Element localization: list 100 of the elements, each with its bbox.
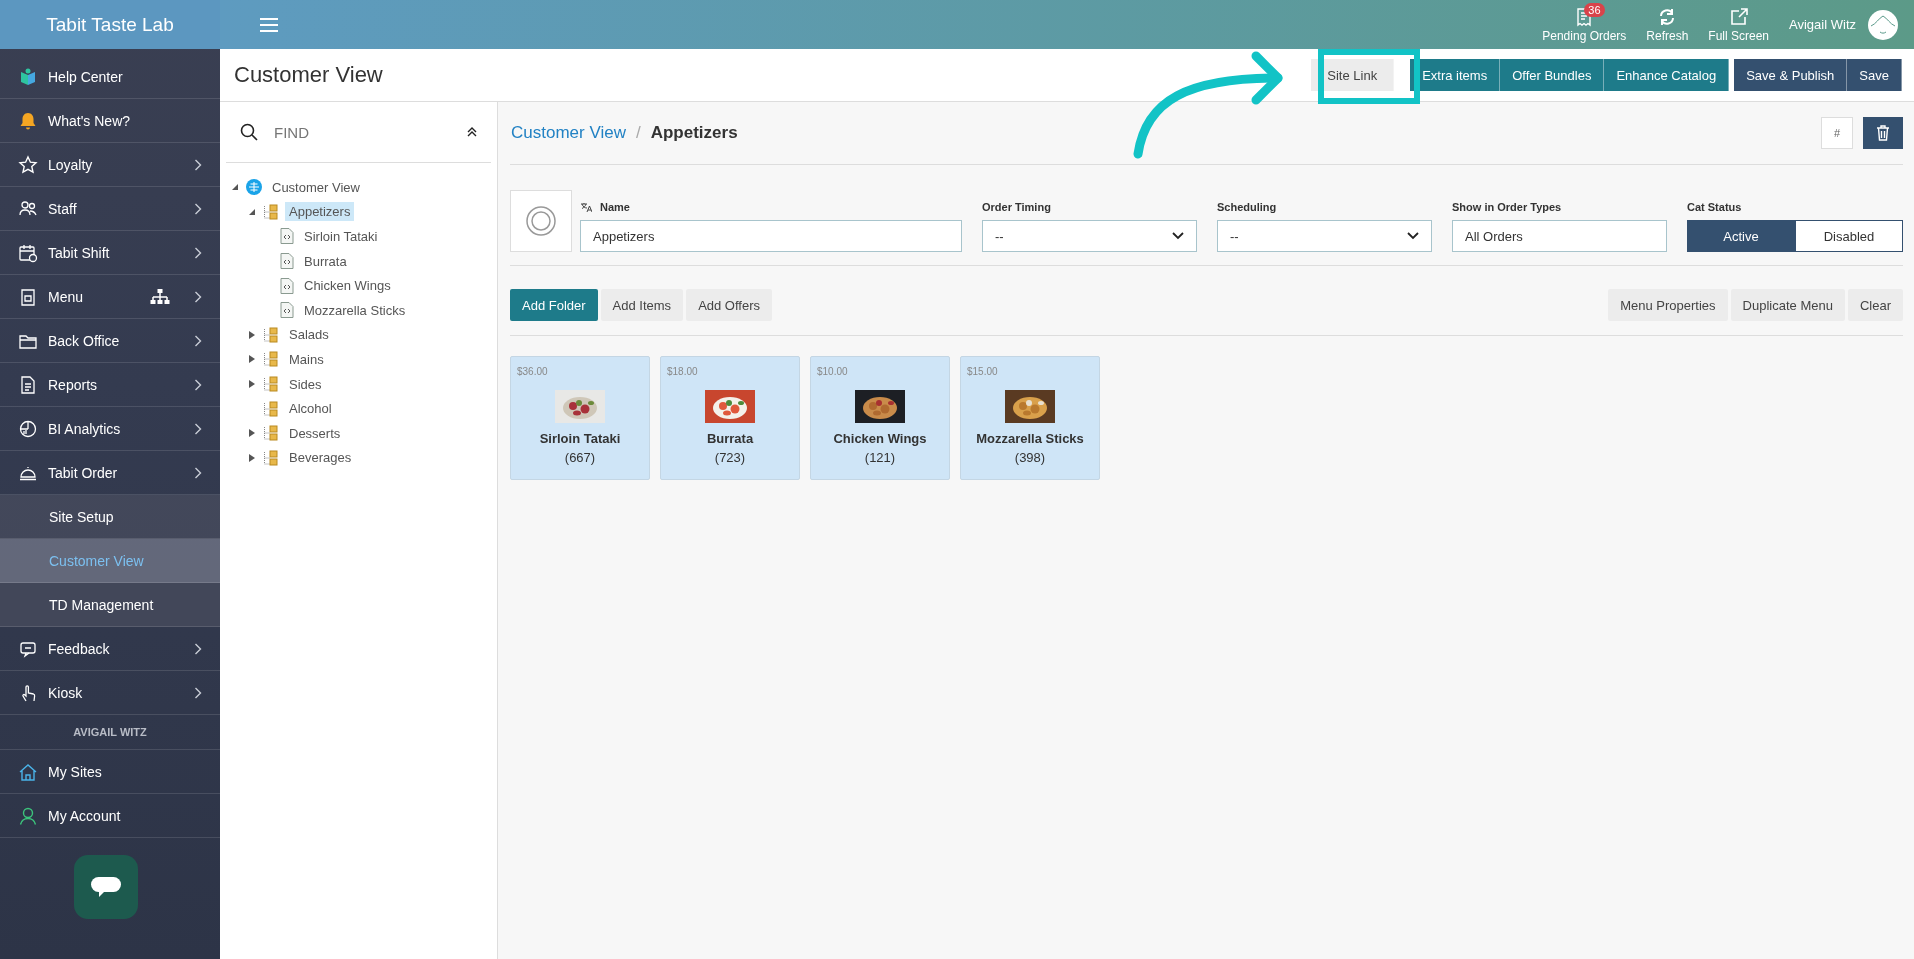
- toolbar-button[interactable]: Offer Bundles: [1500, 59, 1605, 91]
- chevron-right-icon[interactable]: [194, 378, 202, 391]
- expand-toggle-icon[interactable]: [247, 207, 257, 216]
- expand-toggle-icon[interactable]: [247, 429, 257, 438]
- tree-item[interactable]: Burrata: [300, 251, 351, 271]
- expand-toggle-icon[interactable]: [247, 330, 257, 339]
- hash-button[interactable]: #: [1821, 117, 1853, 149]
- tree-item[interactable]: Alcohol: [285, 399, 336, 419]
- nav-item[interactable]: Staff: [48, 200, 184, 217]
- tree-item[interactable]: Chicken Wings: [300, 276, 395, 296]
- chevron-right-icon[interactable]: [194, 686, 202, 699]
- collapse-icon[interactable]: [467, 127, 477, 137]
- image-placeholder[interactable]: [510, 190, 572, 252]
- product-price: $18.00: [667, 366, 698, 377]
- product-card[interactable]: $18.00 Burrata (723): [660, 356, 800, 480]
- toolbar-button[interactable]: Extra items: [1410, 59, 1501, 91]
- nav-item[interactable]: Kiosk: [48, 684, 184, 701]
- file-code-icon: [280, 228, 294, 245]
- chevron-right-icon[interactable]: [194, 246, 202, 259]
- hierarchy-icon[interactable]: [150, 288, 170, 305]
- nav-item[interactable]: My Account: [48, 807, 202, 824]
- caret-icon: [1407, 232, 1419, 240]
- nav-item[interactable]: Reports: [48, 376, 184, 393]
- chevron-right-icon[interactable]: [194, 158, 202, 171]
- caret-icon: [1172, 232, 1184, 240]
- tree-item[interactable]: Sides: [285, 374, 326, 394]
- tree-item[interactable]: Customer View: [268, 177, 364, 197]
- cal-icon: [18, 242, 38, 263]
- chevron-right-icon[interactable]: [194, 290, 202, 303]
- order-timing-dropdown[interactable]: --: [982, 220, 1197, 252]
- name-field[interactable]: Appetizers: [580, 220, 962, 252]
- status-toggle[interactable]: Active: [1687, 220, 1795, 252]
- product-name: Burrata: [706, 431, 754, 446]
- expand-toggle-icon[interactable]: [247, 453, 257, 462]
- field-label: Scheduling: [1217, 201, 1278, 213]
- folder-tree-icon: [263, 376, 279, 393]
- nav-item[interactable]: My Sites: [48, 763, 202, 780]
- add-button[interactable]: Add Items: [600, 289, 684, 321]
- nav-item[interactable]: Tabit Order: [48, 464, 184, 481]
- delete-button[interactable]: [1863, 117, 1903, 149]
- scheduling-dropdown[interactable]: --: [1217, 220, 1432, 252]
- product-card[interactable]: $36.00 Sirloin Tataki (667): [510, 356, 650, 480]
- toolbar-button[interactable]: Save: [1847, 59, 1902, 91]
- chevron-right-icon[interactable]: [194, 334, 202, 347]
- chevron-right-icon[interactable]: [194, 642, 202, 655]
- translate-icon[interactable]: [580, 201, 592, 213]
- tree-item[interactable]: Mains: [285, 349, 328, 369]
- chevron-right-icon[interactable]: [194, 202, 202, 215]
- tree-item[interactable]: Beverages: [285, 448, 356, 468]
- search-field[interactable]: FIND: [272, 122, 453, 142]
- breadcrumb-link[interactable]: Customer View: [511, 123, 626, 143]
- order-types-field[interactable]: All Orders: [1452, 220, 1667, 252]
- nav-item[interactable]: Help Center: [48, 68, 202, 85]
- nav-subitem[interactable]: TD Management: [0, 583, 220, 627]
- product-name: Sirloin Tataki: [539, 431, 621, 446]
- home-icon: [18, 761, 38, 782]
- expand-toggle-icon[interactable]: [247, 380, 257, 389]
- menu-action-button[interactable]: Clear: [1847, 289, 1903, 321]
- chevron-right-icon[interactable]: [194, 422, 202, 435]
- help-icon: [18, 66, 38, 87]
- add-button[interactable]: Add Offers: [686, 289, 773, 321]
- nav-subitem[interactable]: Site Setup: [0, 495, 220, 539]
- product-count: (398): [1014, 450, 1046, 465]
- product-card[interactable]: $10.00 Chicken Wings (121): [810, 356, 950, 480]
- nav-item[interactable]: Loyalty: [48, 156, 184, 173]
- toolbar-button[interactable]: Save & Publish: [1734, 59, 1848, 91]
- tree-item[interactable]: Appetizers: [285, 202, 355, 222]
- field-label: Order Timing: [982, 201, 1052, 213]
- trash-icon: [1876, 125, 1890, 141]
- folder-tree-icon: [263, 400, 279, 417]
- chevron-right-icon[interactable]: [194, 466, 202, 479]
- tree-item[interactable]: Mozzarella Sticks: [300, 300, 410, 320]
- avatar-icon[interactable]: [1868, 9, 1898, 40]
- globe-icon: [246, 179, 262, 196]
- nav-item[interactable]: Feedback: [48, 640, 184, 657]
- tree-item[interactable]: Desserts: [285, 423, 345, 443]
- bell-icon: [18, 110, 38, 131]
- nav-item[interactable]: BI Analytics: [48, 420, 184, 437]
- file-code-icon: [280, 277, 294, 294]
- nav-item[interactable]: Menu: [48, 288, 140, 305]
- product-card[interactable]: $15.00 Mozzarella Sticks (398): [960, 356, 1100, 480]
- product-count: (667): [564, 450, 596, 465]
- expand-toggle-icon[interactable]: [230, 183, 240, 192]
- product-count: (723): [714, 450, 746, 465]
- chat-button[interactable]: [74, 855, 138, 919]
- product-price: $36.00: [517, 366, 548, 377]
- folder-tree-icon: [263, 351, 279, 368]
- status-toggle[interactable]: Disabled: [1795, 220, 1903, 252]
- toolbar-button[interactable]: Enhance Catalog: [1604, 59, 1730, 91]
- expand-toggle-icon[interactable]: [247, 355, 257, 364]
- menu-action-button[interactable]: Menu Properties: [1608, 289, 1728, 321]
- folder-tree-icon: [263, 203, 279, 220]
- tree-item[interactable]: Salads: [285, 325, 333, 345]
- nav-item[interactable]: Tabit Shift: [48, 244, 184, 261]
- tree-item[interactable]: Sirloin Tataki: [300, 227, 382, 246]
- menu-action-button[interactable]: Duplicate Menu: [1730, 289, 1845, 321]
- nav-item[interactable]: Back Office: [48, 332, 184, 349]
- toolbar-button[interactable]: Site Link: [1311, 59, 1395, 91]
- add-button[interactable]: Add Folder: [510, 289, 598, 321]
- nav-item[interactable]: What's New?: [48, 112, 202, 129]
